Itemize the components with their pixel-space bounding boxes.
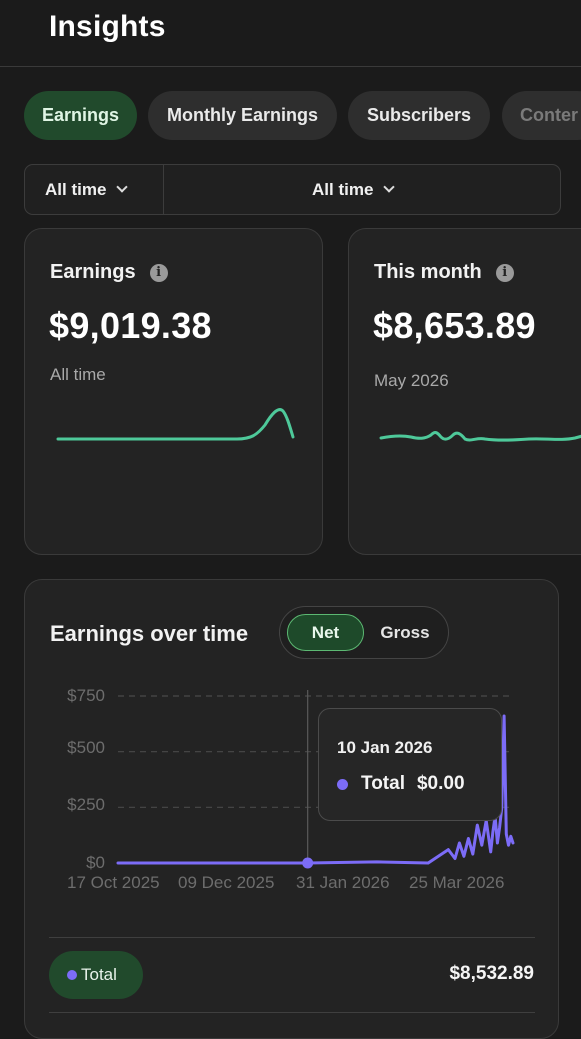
chevron-down-icon — [383, 181, 396, 193]
total-label: Total — [81, 965, 117, 984]
time-filters: All time All time — [24, 164, 561, 215]
tooltip-series: Total — [361, 773, 405, 794]
earnings-over-time-panel: Earnings over time Net Gross $750 $500 $… — [24, 579, 559, 1039]
series-dot-icon — [67, 970, 77, 980]
filter-left-label: All time — [45, 179, 107, 199]
x-tick-label: 31 Jan 2026 — [296, 873, 390, 892]
x-tick-label: 09 Dec 2025 — [178, 873, 275, 892]
total-legend-chip[interactable]: Total — [49, 951, 143, 999]
tooltip-value: $0.00 — [416, 773, 465, 794]
this-month-sparkline — [379, 431, 581, 442]
x-tick-label: 17 Oct 2025 — [67, 873, 160, 892]
earnings-card-value: $9,019.38 — [49, 305, 212, 346]
x-tick-label: 25 Mar 2026 — [409, 873, 505, 892]
earnings-sparkline — [56, 408, 295, 441]
highlight-point — [302, 857, 314, 869]
this-month-card[interactable]: This month i $8,653.89 May 2026 — [348, 228, 581, 555]
tooltip-row: Total $0.00 — [337, 773, 465, 795]
total-value: $8,532.89 — [449, 963, 534, 984]
insight-tabs: Earnings Monthly Earnings Subscribers Co… — [24, 91, 581, 140]
this-month-card-title: This month — [374, 261, 482, 283]
filter-right-dropdown[interactable]: All time — [312, 165, 396, 214]
page-title: Insights — [49, 10, 166, 43]
chart-tooltip: 10 Jan 2026 Total $0.00 — [318, 708, 502, 821]
divider — [49, 1012, 535, 1013]
filter-left-dropdown[interactable]: All time — [45, 165, 129, 214]
earnings-card[interactable]: Earnings i $9,019.38 All time — [24, 228, 323, 555]
divider — [49, 937, 535, 938]
earnings-card-subtitle: All time — [50, 365, 106, 384]
this-month-card-subtitle: May 2026 — [374, 371, 449, 390]
earnings-card-title: Earnings — [50, 261, 136, 283]
tooltip-date: 10 Jan 2026 — [337, 738, 433, 757]
this-month-card-value: $8,653.89 — [373, 305, 536, 346]
tab-earnings[interactable]: Earnings — [24, 91, 137, 140]
series-dot-icon — [337, 778, 348, 790]
tab-subscribers[interactable]: Subscribers — [348, 91, 490, 140]
chevron-down-icon — [116, 181, 129, 193]
tab-content[interactable]: Conter — [502, 91, 581, 140]
info-icon[interactable]: i — [149, 263, 168, 282]
card-title: Earnings i — [50, 261, 168, 284]
card-title: This month i — [374, 261, 514, 284]
info-icon[interactable]: i — [495, 263, 514, 282]
filter-right-label: All time — [312, 179, 374, 199]
app-header: Insights — [0, 0, 581, 67]
filter-divider — [163, 165, 164, 214]
tab-monthly-earnings[interactable]: Monthly Earnings — [148, 91, 337, 140]
